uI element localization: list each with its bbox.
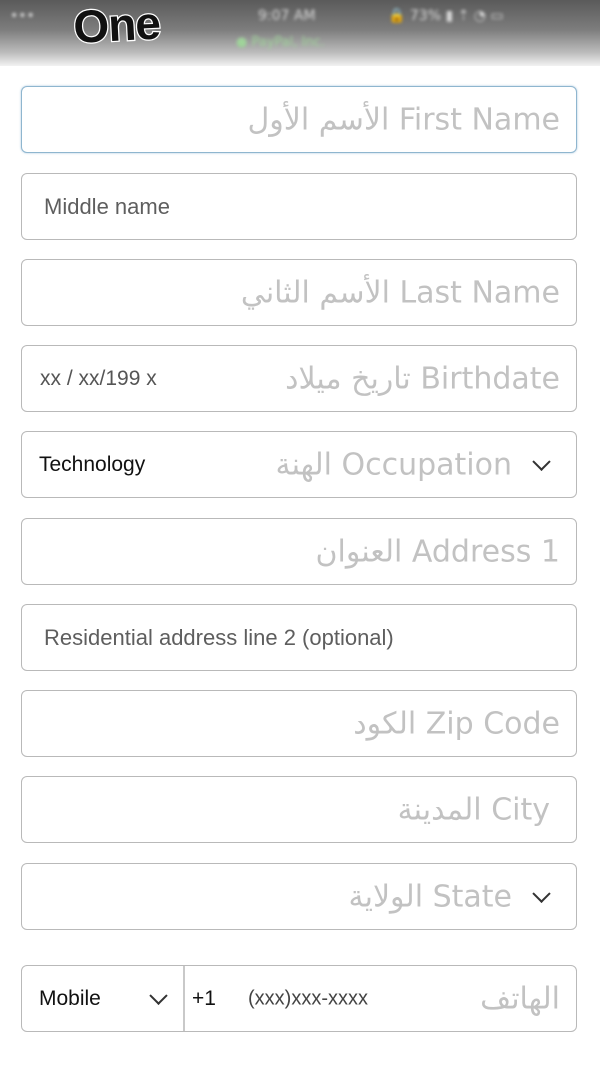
country-code: +1 [192,986,216,1010]
birthdate-value: xx / xx/199 x [40,366,157,390]
brand-logo: One [71,0,163,54]
zip-code-field[interactable]: الكود Zip Code [21,690,577,757]
status-icons: 🔒 73% ▮ ⇡ ◔ ▭ [388,8,504,24]
address2-value: Residential address line 2 (optional) [44,624,394,650]
chevron-down-icon [532,884,551,903]
chevron-down-icon[interactable] [149,986,168,1005]
zip-code-placeholder: الكود Zip Code [353,706,560,741]
phone-divider [183,966,185,1031]
state-select[interactable]: الولاية State [21,863,577,930]
phone-field[interactable]: Mobile +1 (xxx)xxx-xxxx الهاتف [21,965,577,1032]
phone-placeholder: الهاتف [480,981,560,1016]
last-name-field[interactable]: الأسم الثاني Last Name [21,259,577,326]
phone-type-value[interactable]: Mobile [39,987,101,1011]
status-time: 9:07 AM [258,8,316,24]
address2-field[interactable]: Residential address line 2 (optional) [21,604,577,671]
middle-name-field[interactable]: Middle name [21,173,577,240]
middle-name-value: Middle name [44,193,170,219]
chevron-down-icon [532,452,551,471]
birthdate-field[interactable]: xx / xx/199 x تاريخ ميلاد Birthdate [21,345,577,412]
occupation-select[interactable]: Technology الهنة Occupation [21,431,577,498]
last-name-placeholder: الأسم الثاني Last Name [240,275,560,310]
state-placeholder: الولاية State [348,879,512,914]
city-field[interactable]: المدينة City [21,776,577,843]
carrier-signal: ••• [10,8,35,24]
first-name-field[interactable]: الأسم الأول First Name [21,86,577,153]
city-placeholder: المدينة City [397,792,550,827]
first-name-placeholder: الأسم الأول First Name [247,102,560,137]
network-label: ● PayPal, Inc. [236,35,325,50]
phone-mask: (xxx)xxx-xxxx [248,987,368,1009]
address1-field[interactable]: العنوان Address 1 [21,518,577,585]
status-bar: ••• 9:07 AM ● PayPal, Inc. 🔒 73% ▮ ⇡ ◔ ▭… [0,0,600,66]
occupation-placeholder: الهنة Occupation [275,447,513,482]
birthdate-placeholder: تاريخ ميلاد Birthdate [285,361,560,396]
address1-placeholder: العنوان Address 1 [315,534,560,569]
occupation-value: Technology [39,452,146,476]
